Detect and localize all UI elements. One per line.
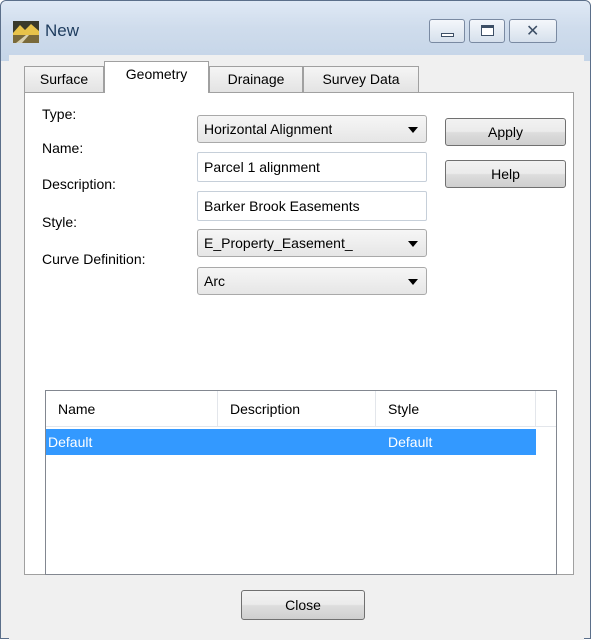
title-bar[interactable]: New ✕ [1,1,590,61]
name-label: Name: [42,140,84,156]
app-icon [13,21,39,43]
style-label: Style: [42,214,78,230]
style-dropdown[interactable]: E_Property_Easement_ [197,229,427,257]
description-label: Description: [42,176,116,192]
chevron-down-icon [408,241,418,247]
dialog-client: Surface Geometry Drainage Survey Data Ty… [9,55,584,640]
row-name-cell: Default [48,434,93,450]
type-dropdown[interactable]: Horizontal Alignment [197,115,427,143]
tab-drainage[interactable]: Drainage [209,66,303,92]
type-value: Horizontal Alignment [204,121,333,137]
name-input[interactable] [198,153,426,181]
table-row[interactable]: Default Default [46,429,536,455]
column-header-style[interactable]: Style [376,391,536,427]
close-window-button[interactable]: ✕ [509,19,557,43]
close-button[interactable]: Close [241,590,365,620]
list-header: Name Description Style [46,391,556,427]
chevron-down-icon [408,127,418,133]
style-value: E_Property_Easement_ [204,235,353,251]
maximize-button[interactable] [469,19,505,43]
apply-button[interactable]: Apply [445,118,566,146]
column-header-name[interactable]: Name [46,391,218,427]
tab-survey-data[interactable]: Survey Data [303,66,419,92]
window-title: New [45,21,80,40]
description-input[interactable] [198,192,426,220]
close-icon: ✕ [526,21,540,40]
tab-surface[interactable]: Surface [24,66,104,92]
minimize-icon [441,33,454,37]
column-header-description[interactable]: Description [218,391,376,427]
help-button[interactable]: Help [445,160,566,188]
curve-definition-value: Arc [204,273,225,289]
minimize-button[interactable] [429,19,465,43]
tab-geometry[interactable]: Geometry [104,61,209,93]
curve-definition-label: Curve Definition: [42,251,146,267]
chevron-down-icon [408,279,418,285]
description-field[interactable] [197,191,427,221]
maximize-icon [481,25,494,36]
geometry-tab-panel: Type: Horizontal Alignment Name: Descrip… [24,92,574,575]
curve-definition-dropdown[interactable]: Arc [197,267,427,295]
alignment-list[interactable]: Name Description Style Default Default [45,390,557,575]
name-field[interactable] [197,152,427,182]
type-label: Type: [42,106,77,122]
dialog-window: New ✕ Surface Geometry Drainage Survey D… [0,0,591,640]
row-style-cell: Default [388,434,433,450]
